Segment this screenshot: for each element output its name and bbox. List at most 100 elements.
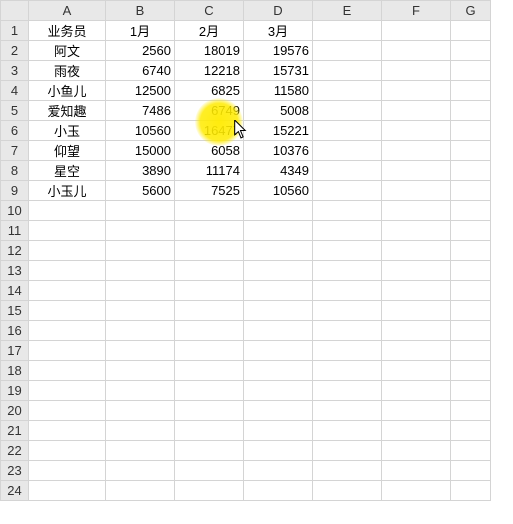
cell-G6[interactable] [451,121,491,141]
cell-D23[interactable] [244,461,313,481]
row-header[interactable]: 3 [1,61,29,81]
cell-B3[interactable]: 6740 [106,61,175,81]
cell-E6[interactable] [313,121,382,141]
cell-B4[interactable]: 12500 [106,81,175,101]
cell-B5[interactable]: 7486 [106,101,175,121]
cell-B6[interactable]: 10560 [106,121,175,141]
cell-D14[interactable] [244,281,313,301]
cell-D15[interactable] [244,301,313,321]
cell-C2[interactable]: 18019 [175,41,244,61]
cell-C10[interactable] [175,201,244,221]
cell-G4[interactable] [451,81,491,101]
row-header[interactable]: 4 [1,81,29,101]
cell-A8[interactable]: 星空 [29,161,106,181]
col-header-F[interactable]: F [382,1,451,21]
cell-C4[interactable]: 6825 [175,81,244,101]
cell-B18[interactable] [106,361,175,381]
cell-A14[interactable] [29,281,106,301]
cell-E3[interactable] [313,61,382,81]
cell-F12[interactable] [382,241,451,261]
cell-D3[interactable]: 15731 [244,61,313,81]
cell-G5[interactable] [451,101,491,121]
cell-C3[interactable]: 12218 [175,61,244,81]
cell-G21[interactable] [451,421,491,441]
cell-A1[interactable]: 业务员 [29,21,106,41]
cell-E18[interactable] [313,361,382,381]
row-header[interactable]: 15 [1,301,29,321]
row-header[interactable]: 11 [1,221,29,241]
row-header[interactable]: 5 [1,101,29,121]
cell-E4[interactable] [313,81,382,101]
cell-F4[interactable] [382,81,451,101]
cell-C9[interactable]: 7525 [175,181,244,201]
cell-D16[interactable] [244,321,313,341]
row-header[interactable]: 1 [1,21,29,41]
cell-D13[interactable] [244,261,313,281]
cell-D17[interactable] [244,341,313,361]
cell-F14[interactable] [382,281,451,301]
cell-F22[interactable] [382,441,451,461]
cell-B19[interactable] [106,381,175,401]
cell-F10[interactable] [382,201,451,221]
cell-F8[interactable] [382,161,451,181]
cell-E2[interactable] [313,41,382,61]
cell-A9[interactable]: 小玉儿 [29,181,106,201]
cell-D18[interactable] [244,361,313,381]
cell-E10[interactable] [313,201,382,221]
cell-A2[interactable]: 阿文 [29,41,106,61]
cell-F21[interactable] [382,421,451,441]
cell-C5[interactable]: 6749 [175,101,244,121]
row-header[interactable]: 8 [1,161,29,181]
cell-E8[interactable] [313,161,382,181]
cell-C15[interactable] [175,301,244,321]
cell-D7[interactable]: 10376 [244,141,313,161]
cell-F13[interactable] [382,261,451,281]
cell-B14[interactable] [106,281,175,301]
cell-C8[interactable]: 11174 [175,161,244,181]
cell-B17[interactable] [106,341,175,361]
cell-B7[interactable]: 15000 [106,141,175,161]
cell-G10[interactable] [451,201,491,221]
cell-B13[interactable] [106,261,175,281]
cell-A7[interactable]: 仰望 [29,141,106,161]
cell-D6[interactable]: 15221 [244,121,313,141]
cell-F7[interactable] [382,141,451,161]
cell-C7[interactable]: 6058 [175,141,244,161]
cell-B16[interactable] [106,321,175,341]
cell-D1[interactable]: 3月 [244,21,313,41]
cell-D24[interactable] [244,481,313,501]
row-header[interactable]: 13 [1,261,29,281]
cell-A11[interactable] [29,221,106,241]
cell-A5[interactable]: 爱知趣 [29,101,106,121]
cell-F20[interactable] [382,401,451,421]
row-header[interactable]: 18 [1,361,29,381]
cell-C13[interactable] [175,261,244,281]
cell-E20[interactable] [313,401,382,421]
cell-C14[interactable] [175,281,244,301]
cell-B22[interactable] [106,441,175,461]
cell-B15[interactable] [106,301,175,321]
row-header[interactable]: 16 [1,321,29,341]
cell-A10[interactable] [29,201,106,221]
cell-F19[interactable] [382,381,451,401]
cell-G11[interactable] [451,221,491,241]
cell-B23[interactable] [106,461,175,481]
cell-D10[interactable] [244,201,313,221]
cell-E13[interactable] [313,261,382,281]
cell-G24[interactable] [451,481,491,501]
row-header[interactable]: 12 [1,241,29,261]
cell-A21[interactable] [29,421,106,441]
cell-E15[interactable] [313,301,382,321]
cell-C12[interactable] [175,241,244,261]
cell-C6[interactable]: 16477 [175,121,244,141]
cell-G8[interactable] [451,161,491,181]
cell-C24[interactable] [175,481,244,501]
row-header[interactable]: 17 [1,341,29,361]
row-header[interactable]: 10 [1,201,29,221]
row-header[interactable]: 24 [1,481,29,501]
cell-A16[interactable] [29,321,106,341]
cell-D12[interactable] [244,241,313,261]
cell-G16[interactable] [451,321,491,341]
col-header-G[interactable]: G [451,1,491,21]
col-header-E[interactable]: E [313,1,382,21]
